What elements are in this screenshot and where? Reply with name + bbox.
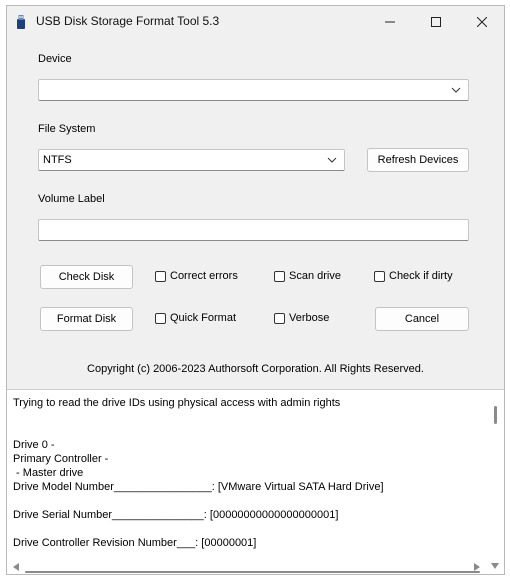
correct-errors-checkbox[interactable]: Correct errors bbox=[155, 270, 238, 282]
title-bar: USB Disk Storage Format Tool 5.3 bbox=[7, 6, 504, 37]
checkbox-box[interactable] bbox=[374, 270, 385, 282]
log-line: Drive Model Number________________: [VMw… bbox=[13, 481, 384, 493]
scroll-left-icon[interactable] bbox=[13, 563, 19, 571]
vertical-scroll-thumb[interactable] bbox=[494, 406, 497, 424]
device-dropdown[interactable] bbox=[38, 79, 469, 101]
horizontal-scroll-thumb[interactable] bbox=[25, 571, 480, 573]
log-lines: Trying to read the drive IDs using physi… bbox=[13, 396, 483, 550]
check-if-dirty-label: Check if dirty bbox=[389, 270, 453, 282]
horizontal-scrollbar[interactable] bbox=[7, 559, 504, 574]
window-title: USB Disk Storage Format Tool 5.3 bbox=[36, 14, 220, 28]
log-line: Drive Serial Number_______________: [000… bbox=[13, 509, 339, 521]
scroll-right-icon[interactable] bbox=[474, 563, 480, 571]
device-label: Device bbox=[38, 53, 72, 65]
log-line: Primary Controller - bbox=[13, 453, 109, 465]
check-disk-button[interactable]: Check Disk bbox=[40, 265, 133, 289]
checkbox-box[interactable] bbox=[155, 312, 166, 324]
verbose-label: Verbose bbox=[289, 312, 330, 324]
maximize-button[interactable] bbox=[413, 6, 459, 37]
file-system-value: NTFS bbox=[43, 154, 72, 166]
file-system-label: File System bbox=[38, 123, 96, 135]
volume-label-input[interactable] bbox=[38, 219, 469, 241]
checkbox-box[interactable] bbox=[274, 312, 285, 324]
log-line: Drive 0 - bbox=[13, 439, 55, 451]
checkbox-box[interactable] bbox=[155, 270, 166, 282]
output-log[interactable]: Trying to read the drive IDs using physi… bbox=[7, 389, 504, 574]
quick-format-checkbox[interactable]: Quick Format bbox=[155, 312, 236, 324]
log-line: - Master drive bbox=[13, 467, 84, 479]
check-if-dirty-checkbox[interactable]: Check if dirty bbox=[374, 270, 453, 282]
minimize-button[interactable] bbox=[367, 6, 413, 37]
app-window: USB Disk Storage Format Tool 5.3 Device … bbox=[6, 5, 505, 575]
scan-drive-checkbox[interactable]: Scan drive bbox=[274, 270, 341, 282]
volume-label-label: Volume Label bbox=[38, 193, 105, 205]
close-button[interactable] bbox=[459, 6, 504, 37]
close-icon bbox=[477, 16, 487, 27]
vertical-scrollbar[interactable] bbox=[487, 390, 504, 557]
copyright-text: Copyright (c) 2006-2023 Authorsoft Corpo… bbox=[87, 363, 424, 375]
chevron-down-icon bbox=[451, 87, 461, 93]
log-line: Drive Controller Revision Number___: [00… bbox=[13, 537, 257, 549]
correct-errors-label: Correct errors bbox=[170, 270, 238, 282]
usb-drive-icon bbox=[17, 15, 25, 29]
scan-drive-label: Scan drive bbox=[289, 270, 341, 282]
file-system-dropdown[interactable]: NTFS bbox=[38, 149, 345, 171]
quick-format-label: Quick Format bbox=[170, 312, 237, 324]
cancel-button[interactable]: Cancel bbox=[375, 307, 469, 331]
minimize-icon bbox=[385, 21, 395, 22]
checkbox-box[interactable] bbox=[274, 270, 285, 282]
format-disk-button[interactable]: Format Disk bbox=[40, 307, 133, 331]
refresh-devices-button[interactable]: Refresh Devices bbox=[367, 148, 469, 172]
verbose-checkbox[interactable]: Verbose bbox=[274, 312, 329, 324]
maximize-icon bbox=[431, 16, 441, 27]
chevron-down-icon bbox=[327, 157, 337, 163]
scroll-down-icon[interactable] bbox=[491, 563, 499, 569]
log-line: Trying to read the drive IDs using physi… bbox=[13, 397, 341, 409]
